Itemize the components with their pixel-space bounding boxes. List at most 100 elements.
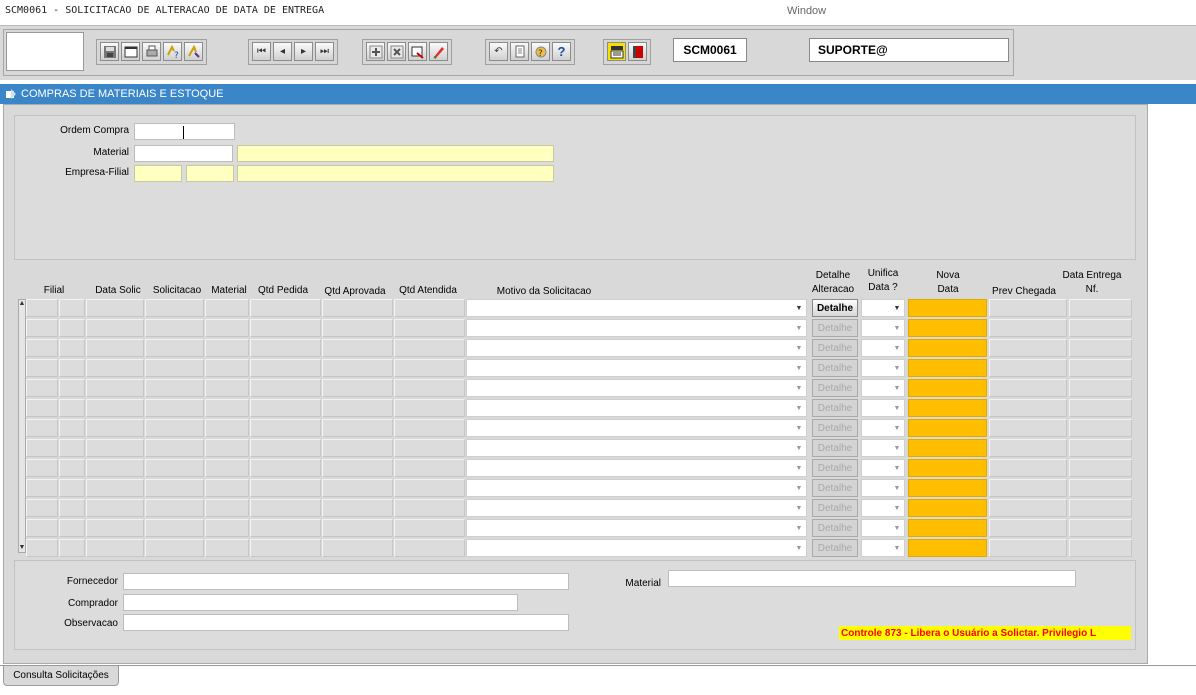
cell-qtd-aprovada[interactable] [322, 379, 393, 397]
cell-filial-a[interactable] [26, 399, 58, 417]
chevron-down-icon[interactable]: ▼ [892, 383, 902, 393]
detalhe-button[interactable]: Detalhe [812, 379, 858, 397]
cell-solicitacao[interactable] [145, 419, 204, 437]
cell-qtd-aprovada[interactable] [322, 359, 393, 377]
cell-filial-b[interactable] [59, 299, 85, 317]
chevron-down-icon[interactable]: ▼ [794, 403, 804, 413]
cell-filial-a[interactable] [26, 539, 58, 557]
cell-data-entrega[interactable] [1069, 459, 1132, 477]
cell-qtd-pedida[interactable] [250, 399, 321, 417]
chevron-down-icon[interactable]: ▼ [892, 363, 902, 373]
cell-qtd-atendida[interactable] [394, 299, 465, 317]
motivo-select[interactable]: ▼ [466, 379, 807, 397]
cell-filial-b[interactable] [59, 439, 85, 457]
chevron-down-icon[interactable]: ▼ [892, 543, 902, 553]
cell-qtd-pedida[interactable] [250, 419, 321, 437]
chevron-down-icon[interactable]: ▼ [892, 343, 902, 353]
cell-data-solic[interactable] [86, 459, 144, 477]
chevron-down-icon[interactable]: ▼ [794, 343, 804, 353]
menu-icon[interactable] [607, 42, 626, 61]
cell-data-solic[interactable] [86, 539, 144, 557]
cell-filial-b[interactable] [59, 359, 85, 377]
copy-icon[interactable] [510, 42, 529, 61]
unifica-select[interactable]: ▼ [861, 319, 905, 337]
detalhe-button[interactable]: Detalhe [812, 359, 858, 377]
fornecedor-field[interactable] [123, 573, 569, 590]
cell-qtd-pedida[interactable] [250, 339, 321, 357]
cell-solicitacao[interactable] [145, 379, 204, 397]
cell-data-entrega[interactable] [1069, 519, 1132, 537]
cell-qtd-aprovada[interactable] [322, 299, 393, 317]
cell-data-entrega[interactable] [1069, 319, 1132, 337]
detalhe-button[interactable]: Detalhe [812, 539, 858, 557]
chevron-down-icon[interactable]: ▼ [892, 463, 902, 473]
nova-data-input[interactable] [908, 539, 987, 557]
unifica-select[interactable]: ▼ [861, 379, 905, 397]
cell-prev-chegada[interactable] [989, 419, 1067, 437]
scroll-down-icon[interactable]: ▼ [18, 544, 26, 552]
cell-solicitacao[interactable] [145, 459, 204, 477]
cell-filial-b[interactable] [59, 379, 85, 397]
motivo-select[interactable]: ▼ [466, 339, 807, 357]
cell-prev-chegada[interactable] [989, 539, 1067, 557]
cell-qtd-aprovada[interactable] [322, 399, 393, 417]
chevron-down-icon[interactable]: ▼ [794, 503, 804, 513]
cell-qtd-aprovada[interactable] [322, 459, 393, 477]
detalhe-button[interactable]: Detalhe [812, 519, 858, 537]
insert-record-icon[interactable] [366, 42, 385, 61]
detalhe-button[interactable]: Detalhe [812, 479, 858, 497]
detalhe-button[interactable]: Detalhe [812, 299, 858, 317]
cell-filial-b[interactable] [59, 319, 85, 337]
cell-filial-b[interactable] [59, 419, 85, 437]
cell-filial-b[interactable] [59, 339, 85, 357]
chevron-down-icon[interactable]: ▼ [794, 383, 804, 393]
unifica-select[interactable]: ▼ [861, 299, 905, 317]
cell-filial-a[interactable] [26, 379, 58, 397]
cell-qtd-pedida[interactable] [250, 379, 321, 397]
cell-qtd-aprovada[interactable] [322, 419, 393, 437]
cell-qtd-aprovada[interactable] [322, 479, 393, 497]
cell-qtd-aprovada[interactable] [322, 339, 393, 357]
cell-solicitacao[interactable] [145, 539, 204, 557]
cell-filial-a[interactable] [26, 439, 58, 457]
nova-data-input[interactable] [908, 379, 987, 397]
cell-filial-b[interactable] [59, 459, 85, 477]
unifica-select[interactable]: ▼ [861, 399, 905, 417]
cell-material[interactable] [205, 439, 249, 457]
cell-data-entrega[interactable] [1069, 359, 1132, 377]
cell-prev-chegada[interactable] [989, 499, 1067, 517]
cell-material[interactable] [205, 459, 249, 477]
cell-prev-chegada[interactable] [989, 519, 1067, 537]
chevron-down-icon[interactable]: ▼ [892, 483, 902, 493]
unifica-select[interactable]: ▼ [861, 499, 905, 517]
cell-prev-chegada[interactable] [989, 459, 1067, 477]
cell-material[interactable] [205, 379, 249, 397]
last-record-icon[interactable]: ⏭ [315, 42, 334, 61]
save-icon[interactable] [100, 42, 119, 61]
cell-data-solic[interactable] [86, 519, 144, 537]
cell-solicitacao[interactable] [145, 299, 204, 317]
cell-data-entrega[interactable] [1069, 479, 1132, 497]
motivo-select[interactable]: ▼ [466, 539, 807, 557]
cell-filial-a[interactable] [26, 339, 58, 357]
cell-filial-a[interactable] [26, 359, 58, 377]
detalhe-button[interactable]: Detalhe [812, 319, 858, 337]
detalhe-button[interactable]: Detalhe [812, 459, 858, 477]
window-menu-label[interactable]: Window [787, 5, 826, 17]
chevron-down-icon[interactable]: ▼ [794, 443, 804, 453]
cell-data-entrega[interactable] [1069, 439, 1132, 457]
unifica-select[interactable]: ▼ [861, 339, 905, 357]
cell-qtd-aprovada[interactable] [322, 539, 393, 557]
nova-data-input[interactable] [908, 299, 987, 317]
cell-material[interactable] [205, 319, 249, 337]
cell-prev-chegada[interactable] [989, 379, 1067, 397]
cell-data-solic[interactable] [86, 379, 144, 397]
cell-prev-chegada[interactable] [989, 339, 1067, 357]
footer-material-field[interactable] [668, 570, 1076, 587]
cell-material[interactable] [205, 539, 249, 557]
print-icon[interactable] [142, 42, 161, 61]
exit-icon[interactable] [628, 42, 647, 61]
edit-icon[interactable] [429, 42, 448, 61]
chevron-down-icon[interactable]: ▼ [892, 403, 902, 413]
window-icon[interactable] [121, 42, 140, 61]
